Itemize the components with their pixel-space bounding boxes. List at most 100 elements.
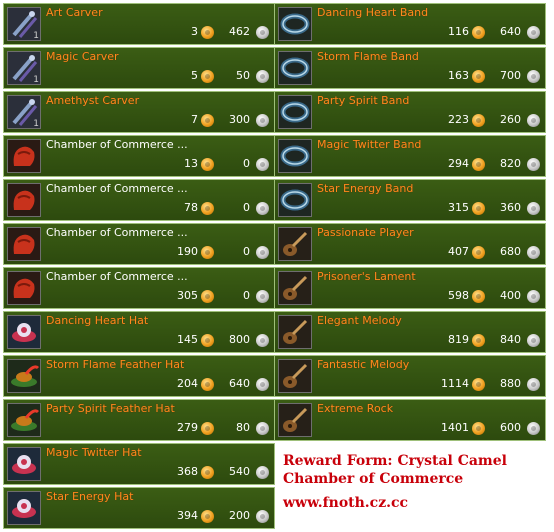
item-name: Party Spirit Band bbox=[317, 94, 410, 107]
feather-hat-icon bbox=[7, 403, 41, 437]
silver-price: 260 bbox=[500, 113, 521, 126]
item-name: Magic Twitter Band bbox=[317, 138, 422, 151]
gold-price: 3 bbox=[191, 25, 198, 38]
silver-price: 0 bbox=[243, 201, 250, 214]
silver-price: 680 bbox=[500, 245, 521, 258]
hat-icon bbox=[7, 491, 41, 525]
gold-price: 368 bbox=[177, 465, 198, 478]
instrument-icon bbox=[278, 227, 312, 261]
silver-coin-icon bbox=[527, 378, 540, 391]
reward-item[interactable]: Magic Twitter Band 294 820 bbox=[274, 135, 546, 177]
reward-item[interactable]: Storm Flame Band 163 700 bbox=[274, 47, 546, 89]
silver-coin-icon bbox=[527, 422, 540, 435]
reward-item[interactable]: Dancing Heart Band 116 640 bbox=[274, 3, 546, 45]
gold-price: 819 bbox=[448, 333, 469, 346]
reward-item[interactable]: Chamber of Commerce ... 305 0 bbox=[3, 267, 275, 309]
silver-coin-icon bbox=[256, 202, 269, 215]
credits-website: www.fnoth.cz.cc bbox=[283, 495, 409, 511]
item-name: Amethyst Carver bbox=[46, 94, 140, 107]
reward-item[interactable]: Party Spirit Feather Hat 279 80 bbox=[3, 399, 275, 441]
silver-coin-icon bbox=[256, 378, 269, 391]
reward-item[interactable]: Chamber of Commerce ... 13 0 bbox=[3, 135, 275, 177]
reward-item[interactable]: Magic Twitter Hat 368 540 bbox=[3, 443, 275, 485]
silver-price: 640 bbox=[500, 25, 521, 38]
silver-coin-icon bbox=[256, 422, 269, 435]
reward-item[interactable]: Star Energy Band 315 360 bbox=[274, 179, 546, 221]
gold-price: 407 bbox=[448, 245, 469, 258]
gold-price: 7 bbox=[191, 113, 198, 126]
reward-item[interactable]: Fantastic Melody 1114 880 bbox=[274, 355, 546, 397]
carver-icon: 1 bbox=[7, 51, 41, 85]
silver-coin-icon bbox=[527, 202, 540, 215]
item-name: Fantastic Melody bbox=[317, 358, 410, 371]
item-name: Prisoner's Lament bbox=[317, 270, 416, 283]
reward-item[interactable]: Dancing Heart Hat 145 800 bbox=[3, 311, 275, 353]
item-name: Chamber of Commerce ... bbox=[46, 226, 188, 239]
item-name: Extreme Rock bbox=[317, 402, 394, 415]
item-name: Art Carver bbox=[46, 6, 103, 19]
silver-price: 300 bbox=[229, 113, 250, 126]
silver-price: 200 bbox=[229, 509, 250, 522]
reward-item[interactable]: Passionate Player 407 680 bbox=[274, 223, 546, 265]
reward-item[interactable]: Chamber of Commerce ... 78 0 bbox=[3, 179, 275, 221]
silver-price: 640 bbox=[229, 377, 250, 390]
reward-list-left: 1 Art Carver 3 462 1 Magic Carver 5 50 1 Amethyst… bbox=[3, 3, 275, 531]
silver-coin-icon bbox=[256, 26, 269, 39]
silver-price: 880 bbox=[500, 377, 521, 390]
hat-icon bbox=[7, 315, 41, 349]
silver-coin-icon bbox=[527, 70, 540, 83]
reward-item[interactable]: Elegant Melody 819 840 bbox=[274, 311, 546, 353]
reward-item[interactable]: Storm Flame Feather Hat 204 640 bbox=[3, 355, 275, 397]
carver-icon: 1 bbox=[7, 7, 41, 41]
glove-icon bbox=[7, 271, 41, 305]
band-icon bbox=[278, 183, 312, 217]
instrument-icon bbox=[278, 403, 312, 437]
reward-item[interactable]: Extreme Rock 1401 600 bbox=[274, 399, 546, 441]
item-quantity: 1 bbox=[33, 31, 39, 41]
gold-price: 145 bbox=[177, 333, 198, 346]
glove-icon bbox=[7, 139, 41, 173]
gold-price: 5 bbox=[191, 69, 198, 82]
item-name: Party Spirit Feather Hat bbox=[46, 402, 175, 415]
item-name: Dancing Heart Band bbox=[317, 6, 429, 19]
silver-price: 50 bbox=[236, 69, 250, 82]
silver-price: 80 bbox=[236, 421, 250, 434]
carver-icon: 1 bbox=[7, 95, 41, 129]
item-name: Chamber of Commerce ... bbox=[46, 270, 188, 283]
item-name: Elegant Melody bbox=[317, 314, 402, 327]
reward-item[interactable]: Party Spirit Band 223 260 bbox=[274, 91, 546, 133]
credits-chamber: Chamber of Commerce bbox=[283, 471, 464, 487]
gold-price: 315 bbox=[448, 201, 469, 214]
instrument-icon bbox=[278, 271, 312, 305]
silver-price: 0 bbox=[243, 245, 250, 258]
silver-coin-icon bbox=[256, 246, 269, 259]
reward-item[interactable]: Star Energy Hat 394 200 bbox=[3, 487, 275, 529]
gold-price: 1401 bbox=[441, 421, 469, 434]
silver-coin-icon bbox=[256, 158, 269, 171]
reward-list-right: Dancing Heart Band 116 640 Storm Flame Band… bbox=[274, 3, 546, 443]
hat-icon bbox=[7, 447, 41, 481]
gold-price: 78 bbox=[184, 201, 198, 214]
silver-coin-icon bbox=[527, 246, 540, 259]
item-quantity: 1 bbox=[33, 75, 39, 85]
gold-price: 163 bbox=[448, 69, 469, 82]
item-name: Dancing Heart Hat bbox=[46, 314, 149, 327]
reward-item[interactable]: Chamber of Commerce ... 190 0 bbox=[3, 223, 275, 265]
band-icon bbox=[278, 95, 312, 129]
silver-coin-icon bbox=[527, 26, 540, 39]
instrument-icon bbox=[278, 359, 312, 393]
silver-price: 820 bbox=[500, 157, 521, 170]
silver-price: 400 bbox=[500, 289, 521, 302]
reward-item[interactable]: 1 Amethyst Carver 7 300 bbox=[3, 91, 275, 133]
item-name: Storm Flame Feather Hat bbox=[46, 358, 185, 371]
silver-coin-icon bbox=[527, 114, 540, 127]
gold-price: 279 bbox=[177, 421, 198, 434]
gold-price: 13 bbox=[184, 157, 198, 170]
reward-item[interactable]: 1 Art Carver 3 462 bbox=[3, 3, 275, 45]
silver-price: 0 bbox=[243, 157, 250, 170]
gold-price: 294 bbox=[448, 157, 469, 170]
reward-item[interactable]: 1 Magic Carver 5 50 bbox=[3, 47, 275, 89]
silver-price: 360 bbox=[500, 201, 521, 214]
silver-price: 462 bbox=[229, 25, 250, 38]
reward-item[interactable]: Prisoner's Lament 598 400 bbox=[274, 267, 546, 309]
